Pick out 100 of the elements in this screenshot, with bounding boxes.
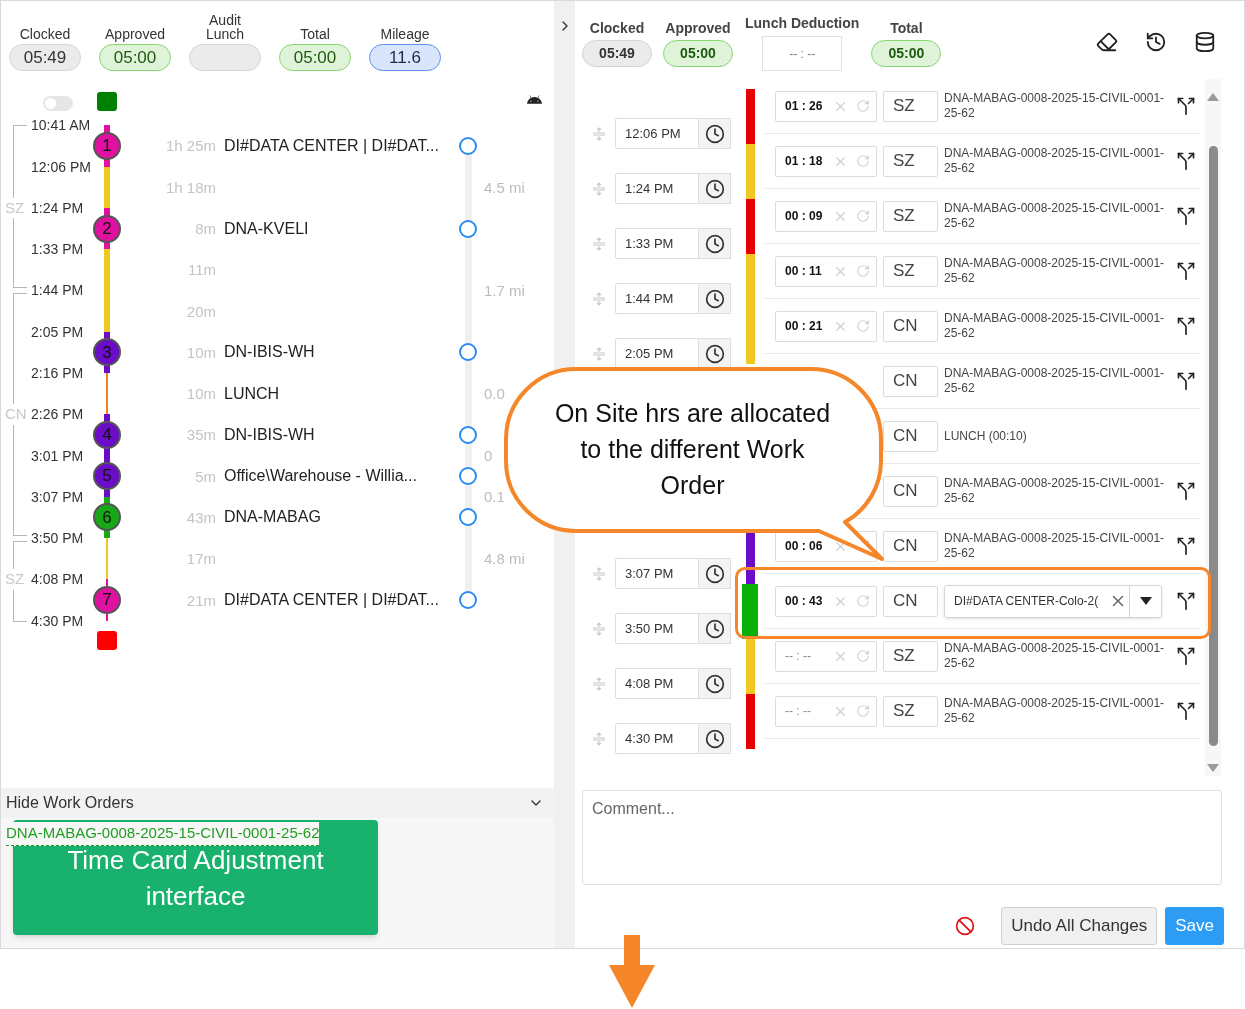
caret-icon[interactable] bbox=[1139, 597, 1152, 605]
database-icon[interactable] bbox=[1194, 31, 1216, 53]
radio-button[interactable] bbox=[459, 136, 477, 155]
history-icon[interactable] bbox=[1145, 31, 1167, 53]
scrollbar[interactable] bbox=[1205, 79, 1221, 776]
stop-name: DI#DATA CENTER | DI#DAT... bbox=[224, 136, 439, 155]
duration-label: 5m bbox=[195, 467, 216, 485]
radio-button[interactable] bbox=[459, 219, 477, 238]
zone-code[interactable]: SZ bbox=[883, 145, 938, 177]
ban-icon[interactable] bbox=[955, 916, 976, 936]
split-icon[interactable] bbox=[1176, 96, 1196, 116]
summary-label: Total bbox=[890, 19, 923, 37]
time-label: 3:01 PM bbox=[31, 447, 84, 464]
time-label: 1:44 PM bbox=[31, 282, 84, 299]
duration-value: 00 : 06 bbox=[785, 538, 824, 555]
duration-value: 00 : 21 bbox=[785, 318, 824, 335]
clock-button[interactable] bbox=[699, 723, 731, 754]
time-field[interactable]: 12:06 PM bbox=[615, 118, 699, 149]
radio-button[interactable] bbox=[459, 467, 477, 486]
time-label: 3:50 PM bbox=[31, 530, 84, 547]
drag-handle-icon[interactable] bbox=[592, 731, 606, 746]
clock-button[interactable] bbox=[699, 173, 731, 204]
summary-pill: 05:00 bbox=[99, 44, 171, 71]
zone-code[interactable]: SZ bbox=[883, 695, 938, 727]
zone-code[interactable]: SZ bbox=[883, 90, 938, 122]
clock-button[interactable] bbox=[699, 558, 731, 589]
summary-label: Clocked bbox=[19, 27, 71, 41]
mileage-label: 1.7 mi bbox=[484, 281, 525, 299]
comment-field[interactable]: Comment... bbox=[582, 790, 1222, 885]
scroll-up-icon[interactable] bbox=[1207, 93, 1219, 101]
clock-button[interactable] bbox=[699, 283, 731, 314]
drag-handle-icon[interactable] bbox=[592, 566, 606, 581]
eraser-icon[interactable] bbox=[1096, 31, 1118, 53]
clock-button[interactable] bbox=[699, 338, 731, 369]
duration-value: 01 : 26 bbox=[785, 98, 824, 115]
split-icon[interactable] bbox=[1176, 481, 1196, 501]
split-icon[interactable] bbox=[1176, 206, 1196, 226]
clock-button[interactable] bbox=[699, 118, 731, 149]
time-field[interactable]: 3:50 PM bbox=[615, 613, 699, 644]
zone-code[interactable]: CN bbox=[883, 530, 938, 562]
hide-work-orders-toggle[interactable]: Hide Work Orders bbox=[1, 788, 554, 818]
dropdown-value: DI#DATA CENTER-Colo-2( bbox=[953, 593, 1100, 610]
duration-value: -- : -- bbox=[785, 648, 812, 665]
summary-pill bbox=[189, 44, 261, 71]
time-field[interactable]: 4:08 PM bbox=[615, 668, 699, 699]
radio-button[interactable] bbox=[459, 425, 477, 444]
undo-button[interactable]: Undo All Changes bbox=[1001, 907, 1158, 945]
stop-marker[interactable]: 6 bbox=[93, 503, 121, 532]
stop-name: DNA-KVELI bbox=[224, 219, 309, 238]
toggle-switch[interactable] bbox=[43, 96, 73, 111]
drag-handle-icon[interactable] bbox=[592, 181, 606, 196]
split-icon[interactable] bbox=[1176, 316, 1196, 336]
radio-button[interactable] bbox=[459, 343, 477, 362]
radio-button[interactable] bbox=[459, 591, 477, 610]
zone-code[interactable]: CN bbox=[883, 475, 938, 507]
drag-handle-icon[interactable] bbox=[592, 346, 606, 361]
drag-handle-icon[interactable] bbox=[592, 126, 606, 141]
drag-handle-icon[interactable] bbox=[592, 236, 606, 251]
scroll-thumb[interactable] bbox=[1208, 146, 1218, 746]
time-field[interactable]: 1:44 PM bbox=[615, 283, 699, 314]
split-icon[interactable] bbox=[1176, 701, 1196, 721]
time-field[interactable]: 1:33 PM bbox=[615, 228, 699, 259]
work-order-text: DNA-MABAG-0008-2025-15-CIVIL-0001-25-62 bbox=[944, 476, 1166, 506]
time-field[interactable]: 1:24 PM bbox=[615, 173, 699, 204]
stop-marker[interactable]: 1 bbox=[93, 131, 121, 160]
summary-label: Mileage bbox=[380, 27, 430, 41]
zone-code[interactable]: SZ bbox=[883, 255, 938, 287]
zone-code[interactable]: CN bbox=[883, 310, 938, 342]
drag-handle-icon[interactable] bbox=[592, 676, 606, 691]
clock-button[interactable] bbox=[699, 613, 731, 644]
zone-code[interactable]: CN bbox=[883, 365, 938, 397]
split-icon[interactable] bbox=[1176, 261, 1196, 281]
split-icon[interactable] bbox=[1176, 591, 1196, 611]
zone-code[interactable]: SZ bbox=[883, 640, 938, 672]
lunch-deduction-field[interactable]: -- : -- bbox=[762, 36, 843, 71]
split-icon[interactable] bbox=[1176, 371, 1196, 391]
work-order-dropdown[interactable]: DI#DATA CENTER-Colo-2( bbox=[944, 584, 1162, 618]
work-order-text: DNA-MABAG-0008-2025-15-CIVIL-0001-25-62 bbox=[944, 311, 1166, 341]
time-label: 2:26 PM bbox=[31, 406, 84, 423]
split-icon[interactable] bbox=[1176, 646, 1196, 666]
radio-button[interactable] bbox=[459, 508, 477, 527]
clock-icon bbox=[704, 728, 725, 749]
work-order-text: LUNCH (00:10) bbox=[944, 428, 1028, 444]
time-field[interactable]: 3:07 PM bbox=[615, 558, 699, 589]
zone-code[interactable]: CN bbox=[883, 585, 938, 617]
clock-icon bbox=[704, 233, 725, 254]
split-icon[interactable] bbox=[1176, 536, 1196, 556]
scroll-down-icon[interactable] bbox=[1207, 764, 1219, 772]
zone-code[interactable]: CN bbox=[883, 420, 938, 452]
stop-marker[interactable]: 7 bbox=[93, 586, 121, 615]
work-order-text: DNA-MABAG-0008-2025-15-CIVIL-0001-25-62 bbox=[944, 201, 1166, 231]
stop-marker[interactable]: 2 bbox=[93, 214, 121, 243]
clock-button[interactable] bbox=[699, 668, 731, 699]
clock-button[interactable] bbox=[699, 228, 731, 259]
drag-handle-icon[interactable] bbox=[592, 621, 606, 636]
summary-pill: 11.6 bbox=[369, 44, 441, 71]
zone-code[interactable]: SZ bbox=[883, 200, 938, 232]
time-field[interactable]: 4:30 PM bbox=[615, 723, 699, 754]
drag-handle-icon[interactable] bbox=[592, 291, 606, 306]
split-icon[interactable] bbox=[1176, 151, 1196, 171]
